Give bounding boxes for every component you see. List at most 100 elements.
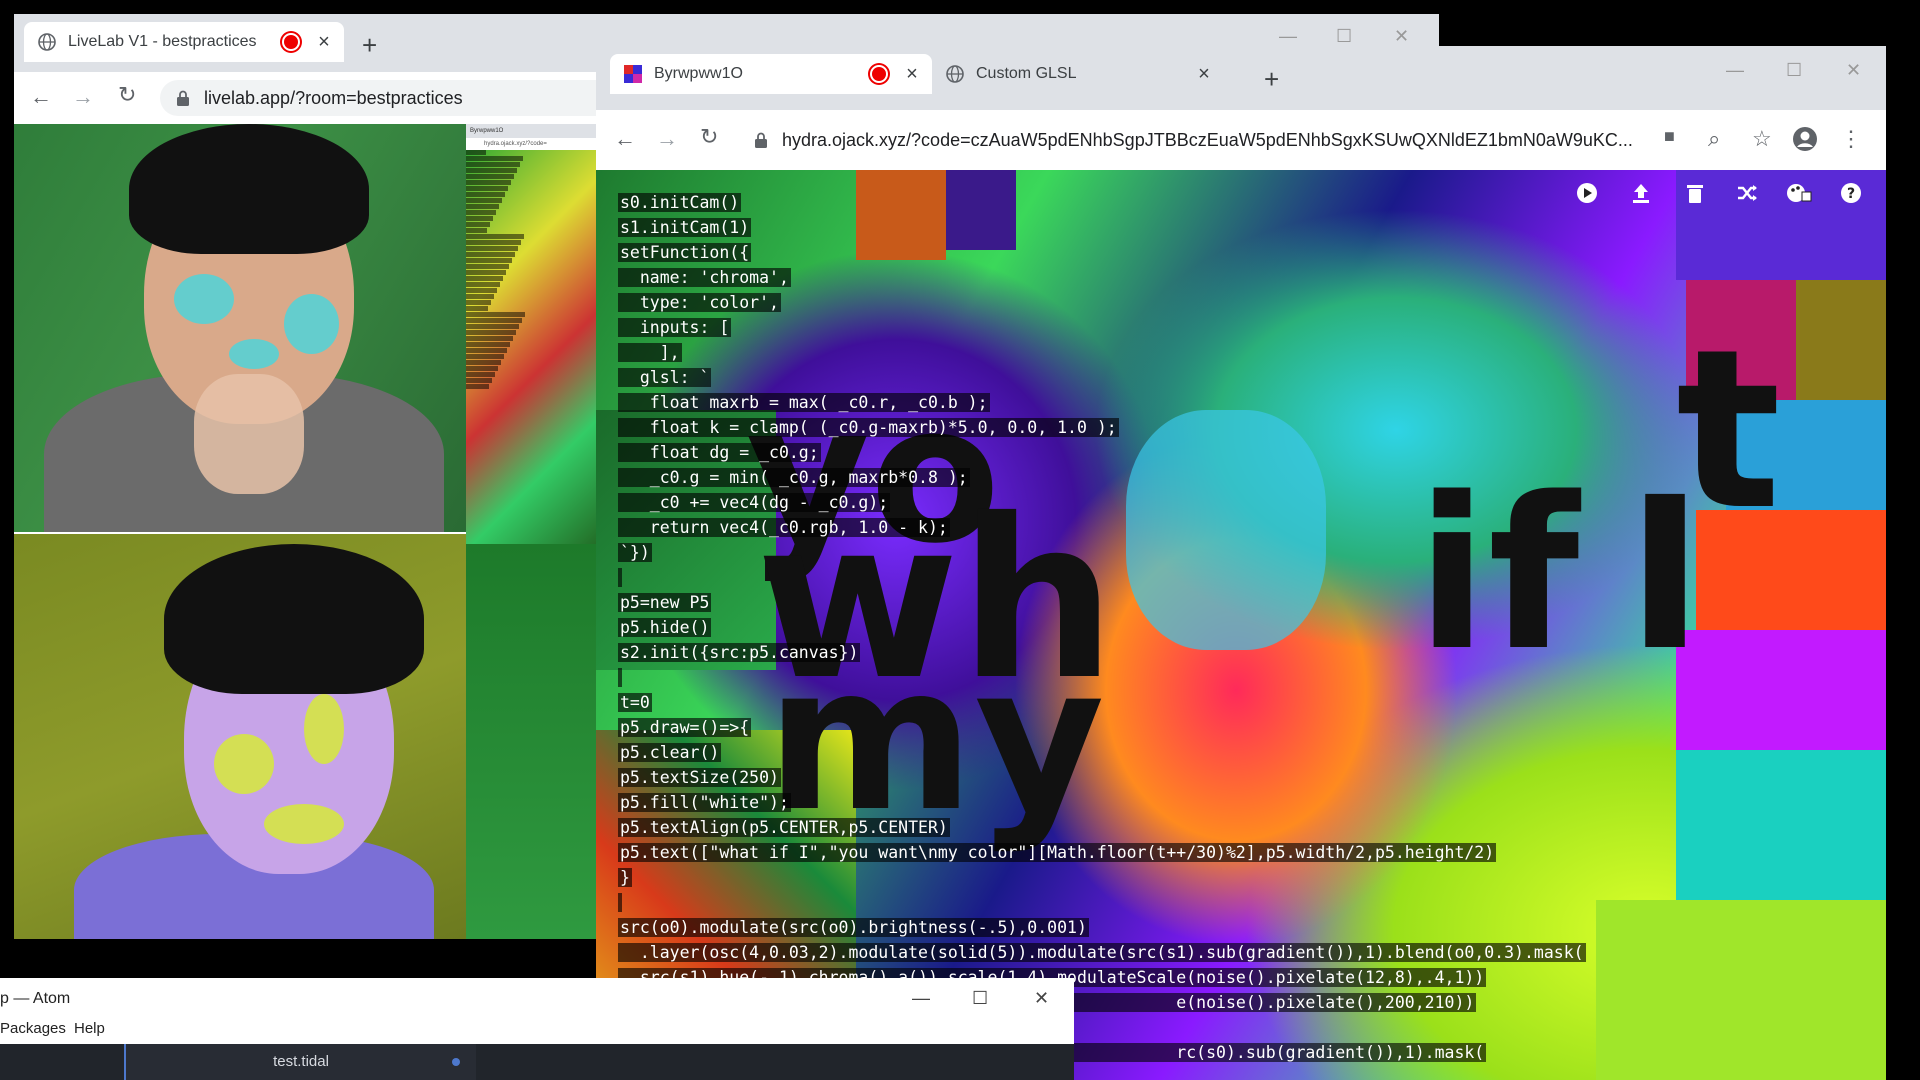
- preview-code-line: [466, 372, 495, 377]
- preview-code-line: [466, 330, 516, 335]
- code-line[interactable]: }: [618, 865, 1586, 890]
- code-line[interactable]: glsl: `: [618, 365, 1586, 390]
- code-line[interactable]: p5.text(["what if I","you want\nmy color…: [618, 840, 1586, 865]
- menu-help[interactable]: Help: [74, 1020, 105, 1037]
- code-line[interactable]: float dg = _c0.g;: [618, 440, 1586, 465]
- new-tab-button[interactable]: +: [1264, 64, 1279, 95]
- maximize-icon[interactable]: ☐: [1786, 60, 1802, 81]
- preview-code-line: [466, 246, 518, 251]
- preview-code-line: [466, 270, 506, 275]
- trash-icon[interactable]: [1684, 182, 1706, 204]
- profile-avatar-icon[interactable]: [1792, 126, 1818, 152]
- back-icon[interactable]: ←: [30, 84, 52, 110]
- forward-icon[interactable]: →: [656, 126, 678, 152]
- hydra-editor-toolbar: ?: [1576, 180, 1876, 210]
- code-line[interactable]: float maxrb = max( _c0.r, _c0.b );: [618, 390, 1586, 415]
- upload-icon[interactable]: [1630, 182, 1652, 204]
- code-line[interactable]: _c0 += vec4(dg - _c0.g);: [618, 490, 1586, 515]
- close-tab-icon[interactable]: ×: [902, 63, 922, 86]
- reload-icon[interactable]: ↻: [700, 124, 718, 150]
- address-bar[interactable]: hydra.ojack.xyz/?code=czAuaW5pdENhbSgpJT…: [738, 122, 1858, 158]
- address-bar[interactable]: livelab.app/?room=bestpractices: [160, 80, 640, 116]
- code-text: s1.initCam(1): [618, 218, 752, 237]
- preview-url: hydra.ojack.xyz/?code=: [466, 138, 606, 150]
- code-line[interactable]: [618, 890, 1586, 915]
- code-line[interactable]: p5=new P5: [618, 590, 1586, 615]
- modified-indicator-icon: [452, 1058, 460, 1066]
- new-tab-button[interactable]: +: [362, 30, 377, 61]
- code-line[interactable]: [618, 665, 1586, 690]
- code-text: [618, 668, 622, 687]
- preview-code-line: [466, 174, 514, 179]
- preview-code-line: [466, 306, 488, 311]
- shuffle-icon[interactable]: [1736, 182, 1758, 204]
- code-line[interactable]: t=0: [618, 690, 1586, 715]
- maximize-icon[interactable]: ☐: [972, 988, 988, 1009]
- code-line[interactable]: return vec4(_c0.rgb, 1.0 - k);: [618, 515, 1586, 540]
- code-text: s2.init({src:p5.canvas}): [618, 643, 861, 662]
- code-text: p5.draw=()=>{: [618, 718, 752, 737]
- preview-code-line: [466, 288, 497, 293]
- tab-custom-glsl[interactable]: Custom GLSL ×: [932, 54, 1224, 94]
- bookmark-star-icon[interactable]: ☆: [1752, 126, 1772, 152]
- tab-title: Custom GLSL: [976, 65, 1077, 82]
- tab-livelab[interactable]: LiveLab V1 - bestpractices ×: [24, 22, 344, 62]
- minimize-icon[interactable]: —: [1726, 60, 1744, 81]
- close-tab-icon[interactable]: ×: [1194, 63, 1214, 86]
- close-window-icon[interactable]: ✕: [1034, 988, 1049, 1009]
- code-text: p5.text(["what if I","you want\nmy color…: [618, 843, 1497, 862]
- code-text: inputs: [: [618, 318, 732, 337]
- preview-code-line: [466, 234, 524, 239]
- code-line[interactable]: ],: [618, 340, 1586, 365]
- code-line[interactable]: src(o0).modulate(src(o0).brightness(-.5)…: [618, 915, 1586, 940]
- back-icon[interactable]: ←: [614, 126, 636, 152]
- preview-code-line: [466, 366, 498, 371]
- code-line[interactable]: p5.hide(): [618, 615, 1586, 640]
- help-icon[interactable]: ?: [1840, 182, 1862, 204]
- code-line[interactable]: p5.draw=()=>{: [618, 715, 1586, 740]
- hand: [194, 374, 304, 494]
- preview-tab: Byrwpww1O: [466, 124, 606, 138]
- code-line[interactable]: _c0.g = min( _c0.g, maxrb*0.8 );: [618, 465, 1586, 490]
- globe-icon: [946, 65, 964, 83]
- tab-test-tidal[interactable]: test.tidal: [124, 1044, 476, 1080]
- code-line[interactable]: s0.initCam(): [618, 190, 1586, 215]
- code-line[interactable]: p5.textSize(250): [618, 765, 1586, 790]
- camera-icon[interactable]: ■: [1664, 126, 1675, 147]
- code-line[interactable]: p5.textAlign(p5.CENTER,p5.CENTER): [618, 815, 1586, 840]
- tab-hydra[interactable]: Byrwpww1O ×: [610, 54, 932, 94]
- close-window-icon[interactable]: ✕: [1394, 26, 1409, 47]
- minimize-icon[interactable]: —: [912, 988, 930, 1009]
- close-tab-icon[interactable]: ×: [314, 31, 334, 54]
- code-line[interactable]: `}): [618, 540, 1586, 565]
- menu-icon[interactable]: ⋮: [1840, 126, 1862, 152]
- close-window-icon[interactable]: ✕: [1846, 60, 1861, 81]
- code-line[interactable]: float k = clamp( (_c0.g-maxrb)*5.0, 0.0,…: [618, 415, 1586, 440]
- tab-strip: Byrwpww1O × Custom GLSL × + — ☐ ✕: [596, 46, 1886, 110]
- menu-packages[interactable]: Packages: [0, 1020, 66, 1037]
- code-line[interactable]: type: 'color',: [618, 290, 1586, 315]
- code-text: _c0.g = min( _c0.g, maxrb*0.8 );: [618, 468, 970, 487]
- code-line[interactable]: .layer(osc(4,0.03,2).modulate(solid(5)).…: [618, 940, 1586, 965]
- overlay-text-t: t: [1676, 302, 1782, 558]
- code-line[interactable]: [618, 565, 1586, 590]
- reload-icon[interactable]: ↻: [118, 82, 136, 108]
- minimize-icon[interactable]: —: [1279, 26, 1297, 47]
- maximize-icon[interactable]: ☐: [1336, 26, 1352, 47]
- code-line[interactable]: setFunction({: [618, 240, 1586, 265]
- zoom-icon[interactable]: ⌕: [1708, 126, 1720, 152]
- code-line[interactable]: name: 'chroma',: [618, 265, 1586, 290]
- preview-code-line: [466, 300, 491, 305]
- palette-icon[interactable]: [1786, 182, 1812, 204]
- code-line[interactable]: s1.initCam(1): [618, 215, 1586, 240]
- hydra-code-editor[interactable]: s0.initCam() s1.initCam(1) setFunction({ n…: [618, 190, 1586, 1065]
- forward-icon[interactable]: →: [72, 84, 94, 110]
- code-line[interactable]: s2.init({src:p5.canvas}): [618, 640, 1586, 665]
- code-line[interactable]: p5.fill("white");: [618, 790, 1586, 815]
- code-line[interactable]: p5.clear(): [618, 740, 1586, 765]
- code-line[interactable]: inputs: [: [618, 315, 1586, 340]
- hydra-canvas[interactable]: yo wh if I t my: [596, 170, 1886, 1080]
- code-text: p5=new P5: [618, 593, 712, 612]
- preview-code-line: [466, 264, 509, 269]
- screen-share-preview: Byrwpww1O hydra.ojack.xyz/?code=: [466, 124, 606, 544]
